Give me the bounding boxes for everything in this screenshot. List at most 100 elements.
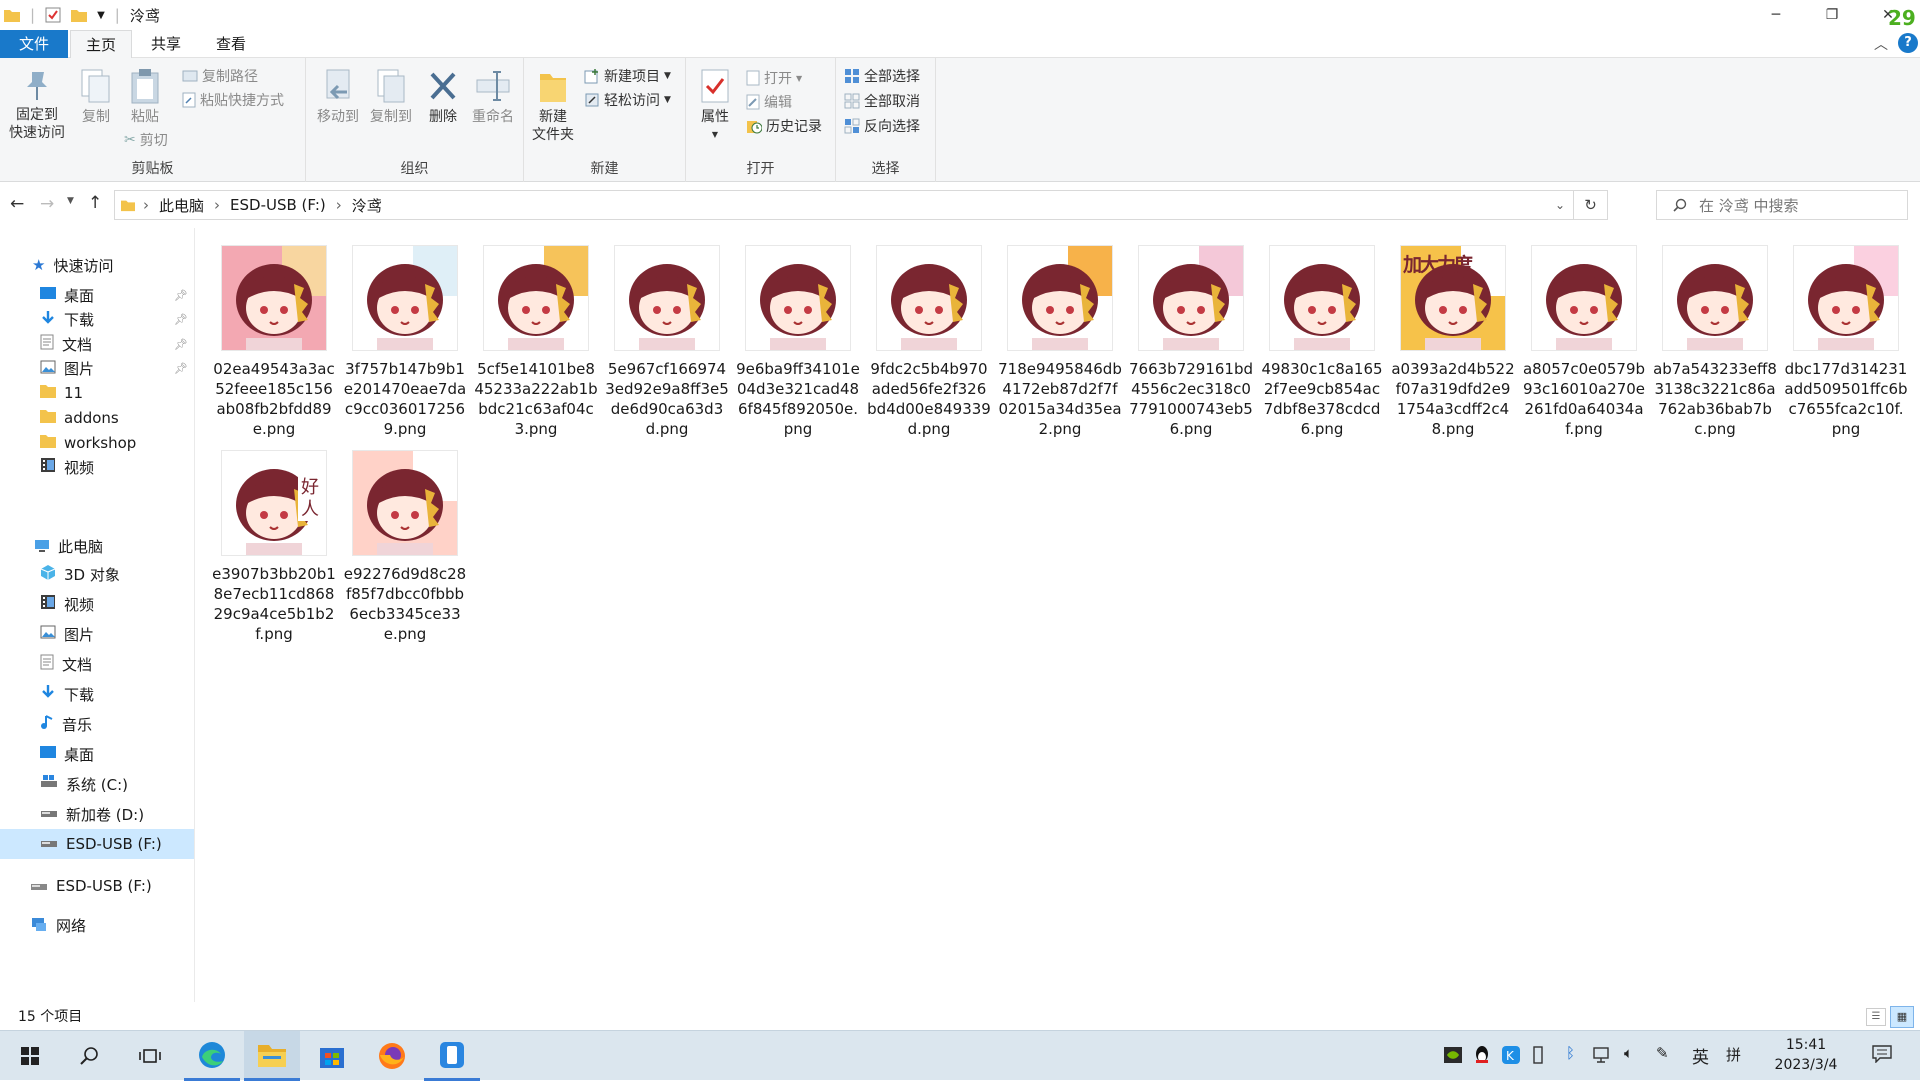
file-explorer-taskbar-button[interactable]	[244, 1031, 300, 1081]
minimize-button[interactable]: ─	[1748, 0, 1804, 30]
collapse-ribbon-icon[interactable]: ︿	[1874, 34, 1888, 54]
file-item[interactable]: 02ea49543a3ac52feee185c156ab08fb2bfdd89e…	[210, 239, 338, 439]
move-to-button[interactable]: 移动到	[312, 68, 364, 126]
usb-tray-icon[interactable]	[1532, 1046, 1544, 1068]
pin-icon[interactable]: 📌︎	[174, 338, 188, 351]
network-tray-icon[interactable]	[1592, 1046, 1612, 1068]
easy-access-button[interactable]: 轻松访问 ▼	[584, 90, 671, 110]
tab-home[interactable]: 主页	[70, 30, 132, 59]
nvidia-tray-icon[interactable]	[1444, 1047, 1462, 1067]
ime-mode-indicator[interactable]: 拼	[1726, 1044, 1741, 1065]
notification-center-icon[interactable]	[1872, 1045, 1892, 1067]
nav-pc-c[interactable]: 系统 (C:)	[0, 769, 194, 799]
copy-path-button[interactable]: 复制路径	[182, 66, 258, 86]
clock[interactable]: 15:41 2023/3/4	[1766, 1035, 1846, 1075]
large-icons-view-button[interactable]: ▦	[1890, 1006, 1914, 1028]
pin-icon[interactable]: 📌︎	[174, 289, 188, 302]
select-all-button[interactable]: 全部选择	[844, 66, 920, 86]
nav-pc-downloads[interactable]: 下载	[0, 679, 194, 709]
back-button[interactable]: ←	[10, 194, 24, 214]
store-taskbar-button[interactable]	[304, 1031, 360, 1081]
copy-button[interactable]: 复制	[74, 68, 118, 126]
pen-tray-icon[interactable]: ✎	[1656, 1044, 1669, 1062]
paste-button[interactable]: 粘贴	[120, 68, 170, 126]
details-view-button[interactable]: ☰	[1866, 1008, 1886, 1026]
address-path[interactable]: › 此电脑 › ESD-USB (F:) › 泠鸢 ⌄ ↻	[114, 190, 1608, 220]
pin-to-quick-access-button[interactable]: 固定到 快速访问	[6, 68, 68, 142]
new-folder-button[interactable]: 新建 文件夹	[528, 68, 578, 144]
recent-locations-dropdown[interactable]: ▼	[67, 196, 74, 206]
forward-button[interactable]: →	[40, 194, 54, 214]
breadcrumb-this-pc[interactable]: 此电脑	[159, 195, 204, 216]
file-item[interactable]: 9fdc2c5b4b970aded56fe2f326bd4d00e849339d…	[865, 239, 993, 439]
search-taskbar-button[interactable]	[62, 1031, 118, 1081]
file-item[interactable]: ab7a543233eff83138c3221c86a762ab36bab7bc…	[1651, 239, 1779, 439]
phone-app-taskbar-button[interactable]	[424, 1031, 480, 1081]
volume-tray-icon[interactable]: 🔈︎	[1624, 1044, 1633, 1062]
properties-quick-icon[interactable]	[45, 7, 61, 23]
edit-button[interactable]: 编辑	[746, 92, 792, 112]
file-item[interactable]: 7663b729161bd4556c2ec318c07791000743eb56…	[1127, 239, 1255, 439]
delete-button[interactable]: 删除	[420, 68, 466, 126]
file-item[interactable]: 49830c1c8a1652f7ee9cb854ac7dbf8e378cdcd6…	[1258, 239, 1386, 439]
file-item[interactable]: 好人 e3907b3bb20b18e7ecb11cd86829c9a4ce5b1b…	[210, 444, 338, 644]
tab-view[interactable]: 查看	[200, 30, 262, 58]
tab-share[interactable]: 共享	[136, 30, 196, 58]
file-item[interactable]: e92276d9d8c28f85f7dbcc0fbbb6ecb3345ce33e…	[341, 444, 469, 644]
help-icon[interactable]: ?	[1898, 33, 1918, 53]
pin-icon[interactable]: 📌︎	[174, 313, 188, 326]
nav-network[interactable]: 网络	[0, 910, 194, 940]
pin-icon[interactable]: 📌︎	[174, 362, 188, 375]
new-item-button[interactable]: 新建项目 ▼	[584, 66, 671, 86]
path-separator-icon[interactable]: ›	[336, 196, 342, 214]
file-item[interactable]: 加大力度 a0393a2d4b522f07a319dfd2e91754a3cdff…	[1389, 239, 1517, 439]
nav-quick-videos[interactable]: 视频	[0, 452, 194, 482]
restore-button[interactable]: ❐	[1804, 0, 1860, 30]
paste-shortcut-button[interactable]: 粘贴快捷方式	[182, 90, 284, 110]
tab-file[interactable]: 文件	[0, 30, 68, 58]
nav-usb-root[interactable]: ESD-USB (F:)	[0, 871, 194, 901]
select-none-button[interactable]: 全部取消	[844, 91, 920, 111]
ime-language-indicator[interactable]: 英	[1692, 1043, 1709, 1068]
history-button[interactable]: 历史记录	[746, 116, 822, 136]
file-item[interactable]: a8057c0e0579b93c16010a270e261fd0a64034af…	[1520, 239, 1648, 439]
nav-pc-documents[interactable]: 文档	[0, 649, 194, 679]
copy-to-button[interactable]: 复制到	[364, 68, 418, 126]
kugou-tray-icon[interactable]: K	[1502, 1046, 1520, 1068]
nav-pc-d[interactable]: 新加卷 (D:)	[0, 799, 194, 829]
open-button[interactable]: 打开 ▼	[746, 68, 802, 88]
file-item[interactable]: 5cf5e14101be845233a222ab1bbdc21c63af04c3…	[472, 239, 600, 439]
up-button[interactable]: ↑	[88, 193, 102, 213]
file-item[interactable]: 9e6ba9ff34101e04d3e321cad486f845f892050e…	[734, 239, 862, 439]
search-box[interactable]: 在 泠鸢 中搜索	[1656, 190, 1908, 220]
nav-pc-music[interactable]: 音乐	[0, 709, 194, 739]
file-item[interactable]: dbc177d314231add509501ffc6bc7655fca2c10f…	[1782, 239, 1910, 439]
nav-quick-access[interactable]: ★ 快速访问	[0, 250, 194, 280]
nav-pc-pictures[interactable]: 图片	[0, 619, 194, 649]
path-separator-icon[interactable]: ›	[214, 196, 220, 214]
nav-pc-esd-usb-f[interactable]: ESD-USB (F:)	[0, 829, 194, 859]
file-item[interactable]: 5e967cf1669743ed92e9a8ff3e5de6d90ca63d3d…	[603, 239, 731, 439]
nav-this-pc[interactable]: 此电脑	[0, 531, 194, 561]
invert-selection-button[interactable]: 反向选择	[844, 116, 920, 136]
start-button[interactable]	[2, 1031, 58, 1081]
nav-pc-videos[interactable]: 视频	[0, 589, 194, 619]
breadcrumb-current[interactable]: 泠鸢	[352, 195, 382, 216]
file-item[interactable]: 718e9495846db4172eb87d2f7f02015a34d35ea2…	[996, 239, 1124, 439]
customize-quick-access-icon[interactable]: ▼	[97, 10, 105, 21]
task-view-button[interactable]	[122, 1031, 178, 1081]
path-separator-icon[interactable]: ›	[143, 196, 149, 214]
bluetooth-tray-icon[interactable]: ᛒ	[1566, 1044, 1575, 1062]
qq-tray-icon[interactable]	[1474, 1045, 1490, 1069]
nav-pc-desktop[interactable]: 桌面	[0, 739, 194, 769]
refresh-button[interactable]: ↻	[1573, 191, 1607, 219]
nav-pc-3d-objects[interactable]: 3D 对象	[0, 559, 194, 589]
cut-button[interactable]: ✂ 剪切	[124, 130, 168, 150]
rename-button[interactable]: 重命名	[466, 68, 520, 126]
edge-taskbar-button[interactable]	[184, 1031, 240, 1081]
properties-button[interactable]: 属性 ▼	[690, 68, 740, 144]
breadcrumb-usb[interactable]: ESD-USB (F:)	[230, 196, 326, 214]
new-folder-quick-icon[interactable]	[71, 8, 88, 22]
file-item[interactable]: 3f757b147b9b1e201470eae7dac9cc0360172569…	[341, 239, 469, 439]
firefox-taskbar-button[interactable]	[364, 1031, 420, 1081]
